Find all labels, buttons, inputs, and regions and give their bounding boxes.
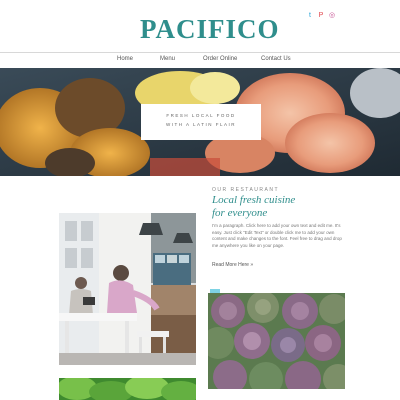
site-logo[interactable]: PACIFICO xyxy=(140,14,279,44)
nav-menu[interactable]: Menu xyxy=(160,56,175,62)
cafe-photo xyxy=(59,213,196,365)
section-title-line1: Local fresh cuisine xyxy=(212,194,296,206)
read-more-link[interactable]: Read More Here » xyxy=(212,262,253,268)
section-title-line2: for everyone xyxy=(212,207,268,219)
social-bar: t P ◎ xyxy=(307,12,335,23)
lettuce-photo xyxy=(59,378,196,400)
nav-order-online[interactable]: Order Online xyxy=(203,56,237,62)
section-paragraph: I'm a paragraph. Click here to add your … xyxy=(212,223,342,248)
nav-home[interactable]: Home xyxy=(117,56,133,62)
hero-banner: FRESH LOCAL FOOD WITH A LATIN FLAIR xyxy=(0,68,400,176)
hero-tagline-line1: FRESH LOCAL FOOD xyxy=(166,113,236,118)
artichoke-photo xyxy=(208,293,345,389)
nav-contact-us[interactable]: Contact Us xyxy=(261,56,291,62)
hero-tagline-box: FRESH LOCAL FOOD WITH A LATIN FLAIR xyxy=(141,104,261,140)
section-label: OUR RESTAURANT xyxy=(212,187,280,193)
main-nav: Home Menu Order Online Contact Us xyxy=(0,52,400,69)
hero-tagline-line2: WITH A LATIN FLAIR xyxy=(166,122,236,127)
instagram-icon[interactable]: ◎ xyxy=(329,12,335,19)
section-title: Local fresh cuisine for everyone xyxy=(212,194,362,220)
twitter-icon[interactable]: t xyxy=(307,12,313,19)
site-header: PACIFICO t P ◎ xyxy=(0,0,400,52)
pinterest-icon[interactable]: P xyxy=(318,12,324,19)
